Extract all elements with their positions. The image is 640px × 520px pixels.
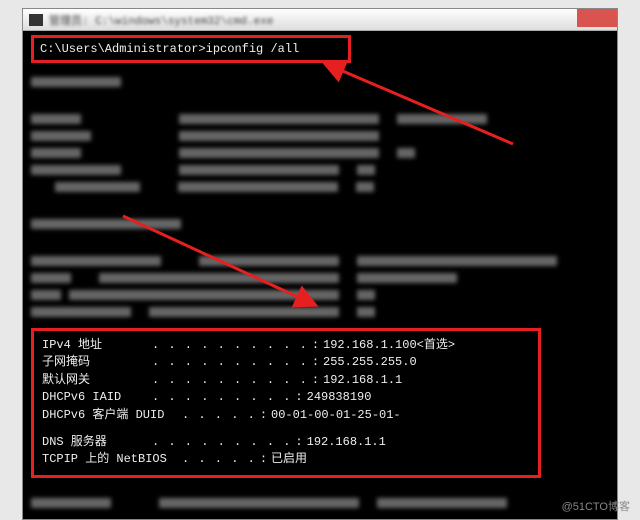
window-title: 管理员: C:\windows\system32\cmd.exe: [49, 12, 611, 28]
label-iaid: DHCPv6 IAID: [42, 389, 152, 406]
info-row: 默认网关 . . . . . . . . . . : 192.168.1.1: [42, 372, 530, 389]
label-subnet: 子网掩码: [42, 354, 152, 371]
cmd-icon: [29, 14, 43, 26]
blurred-output: [31, 148, 609, 161]
info-row: DNS 服务器 . . . . . . . . . : 192.168.1.1: [42, 434, 530, 451]
value-netbios: 已启用: [271, 451, 307, 468]
value-duid: 00-01-00-01-25-01-: [271, 407, 401, 424]
label-gateway: 默认网关: [42, 372, 152, 389]
titlebar[interactable]: 管理员: C:\windows\system32\cmd.exe: [23, 9, 617, 31]
label-netbios: TCPIP 上的 NetBIOS: [42, 451, 182, 468]
blurred-output: [31, 307, 609, 320]
blurred-output: [31, 219, 609, 232]
info-row: DHCPv6 IAID . . . . . . . . . : 24983819…: [42, 389, 530, 406]
cmd-window: 管理员: C:\windows\system32\cmd.exe C:\User…: [22, 8, 618, 520]
value-iaid: 249838190: [307, 389, 372, 406]
blurred-output: [31, 498, 609, 511]
label-dns: DNS 服务器: [42, 434, 152, 451]
blurred-output: [31, 131, 609, 144]
blurred-output: [31, 256, 609, 269]
blurred-output: [31, 165, 609, 178]
prompt: C:\Users\Administrator>: [40, 42, 206, 56]
blurred-output: [31, 182, 609, 195]
command-highlight-box: C:\Users\Administrator>ipconfig /all: [31, 35, 351, 63]
close-button[interactable]: [577, 9, 617, 27]
info-row: DHCPv6 客户端 DUID . . . . . : 00-01-00-01-…: [42, 407, 530, 424]
blurred-output: [31, 114, 609, 127]
command-line: C:\Users\Administrator>ipconfig /all: [40, 42, 299, 56]
value-subnet: 255.255.255.0: [323, 354, 417, 371]
value-gateway: 192.168.1.1: [323, 372, 402, 389]
info-row: TCPIP 上的 NetBIOS . . . . . : 已启用: [42, 451, 530, 468]
watermark: @51CTO博客: [562, 498, 630, 514]
blurred-output: [31, 273, 609, 286]
info-row: IPv4 地址 . . . . . . . . . . : 192.168.1.…: [42, 337, 530, 354]
blurred-output: [31, 77, 609, 90]
label-ipv4: IPv4 地址: [42, 337, 152, 354]
label-duid: DHCPv6 客户端 DUID: [42, 407, 182, 424]
info-row: 子网掩码 . . . . . . . . . . : 255.255.255.0: [42, 354, 530, 371]
blurred-output: [31, 290, 609, 303]
terminal-body[interactable]: C:\Users\Administrator>ipconfig /all IPv…: [23, 31, 617, 519]
network-info-highlight-box: IPv4 地址 . . . . . . . . . . : 192.168.1.…: [31, 328, 541, 478]
command-text: ipconfig /all: [206, 42, 300, 56]
value-ipv4: 192.168.1.100<首选>: [323, 337, 455, 354]
value-dns: 192.168.1.1: [307, 434, 386, 451]
